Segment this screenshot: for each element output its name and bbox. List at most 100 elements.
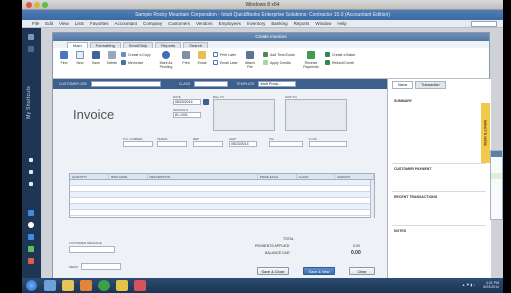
internet-explorer-icon[interactable] [44, 280, 56, 291]
invoice-form: Invoice DATE 08/23/2014 INVOICE # 81-100… [53, 89, 387, 279]
create-copy-button[interactable]: Create a Copy [121, 52, 151, 57]
background-window[interactable] [490, 150, 503, 220]
column-description[interactable]: DESCRIPTION [148, 174, 258, 179]
customers-icon[interactable] [28, 210, 34, 216]
bill-to-address[interactable] [213, 99, 275, 131]
mark-pending-button[interactable]: Mark As Pending [157, 51, 175, 73]
mac-window-title: Windows 8 x64 [245, 2, 280, 8]
menu-company[interactable]: Company [143, 21, 162, 26]
snapshot-icon[interactable] [29, 182, 33, 186]
chrome-icon[interactable] [98, 280, 110, 291]
receive-payments-button[interactable]: Receive Payments [301, 51, 321, 73]
summary-section[interactable]: SUMMARY [394, 99, 412, 103]
via-dropdown[interactable] [269, 141, 303, 147]
customer-message-dropdown[interactable] [69, 246, 115, 253]
receive-payments-label: Receive Payments [303, 61, 319, 69]
tab-transaction[interactable]: Transaction [415, 81, 446, 89]
menu-edit[interactable]: Edit [45, 21, 53, 26]
memo-field[interactable] [81, 263, 121, 270]
menu-accountant[interactable]: Accountant [115, 21, 138, 26]
quickbooks-taskbar-icon[interactable] [134, 280, 146, 291]
column-amount[interactable]: AMOUNT [335, 174, 374, 179]
menu-banking[interactable]: Banking [271, 21, 287, 26]
calendar-icon[interactable] [203, 99, 209, 105]
recent-transactions-section[interactable]: RECENT TRANSACTIONS [394, 195, 437, 199]
menu-help[interactable]: Help [337, 21, 346, 26]
email-button[interactable]: Email [195, 51, 209, 73]
alerts-icon[interactable] [28, 258, 34, 264]
banking-icon[interactable] [28, 246, 34, 252]
customer-payment-section[interactable]: CUSTOMER PAYMENT [394, 167, 431, 171]
shortcut-icon[interactable] [28, 46, 34, 52]
save-new-button[interactable]: Save & New [303, 267, 335, 275]
letterbox-left [0, 0, 22, 293]
search-icon[interactable] [28, 34, 34, 40]
clear-button[interactable]: Clear [349, 267, 375, 275]
ship-to-address[interactable] [285, 99, 347, 131]
table-scrollbar[interactable] [370, 180, 374, 218]
refund-icon [325, 60, 330, 65]
my-shortcuts-label[interactable]: My Shortcuts [26, 86, 32, 119]
menu-customers[interactable]: Customers [168, 21, 190, 26]
column-item-code[interactable]: ITEM CODE [109, 174, 148, 179]
class-dropdown[interactable] [194, 81, 229, 87]
notes-section[interactable]: NOTES [394, 229, 406, 233]
menu-favorites[interactable]: Favorites [90, 21, 109, 26]
system-tray[interactable]: ▲ ⚑ ▮ ♪ [462, 283, 475, 287]
menu-vendors[interactable]: Vendors [196, 21, 213, 26]
print-button[interactable]: Print [179, 51, 193, 73]
menu-inventory[interactable]: Inventory [247, 21, 266, 26]
add-time-costs-button[interactable]: Add Time/Costs [263, 52, 295, 57]
column-quantity[interactable]: QUANTITY [70, 174, 109, 179]
memorize-label: Memorize [128, 60, 144, 65]
column-price-each[interactable]: PRICE EACH [258, 174, 297, 179]
template-dropdown[interactable]: Intuit Produ... [258, 81, 297, 87]
employees-icon[interactable] [28, 234, 34, 240]
menu-file[interactable]: File [32, 21, 39, 26]
new-button[interactable]: New [73, 51, 87, 73]
search-input[interactable] [471, 20, 497, 27]
refund-credit-button[interactable]: Refund/Credit [325, 60, 354, 65]
tab-name[interactable]: Name [392, 81, 414, 89]
vendors-icon[interactable] [28, 222, 34, 228]
date-field[interactable]: 08/23/2014 [173, 99, 201, 105]
terms-dropdown[interactable] [157, 141, 187, 147]
rep-dropdown[interactable] [193, 141, 223, 147]
menu-reports[interactable]: Reports [294, 21, 310, 26]
start-button[interactable] [26, 280, 37, 291]
ship-date-field[interactable]: 08/23/2014 [229, 141, 257, 147]
file-explorer-icon[interactable] [62, 280, 74, 291]
media-icon[interactable] [80, 280, 92, 291]
app-menu-bar: File Edit View Lists Favorites Accountan… [22, 20, 503, 28]
fob-field[interactable] [309, 141, 347, 147]
print-later-checkbox[interactable]: Print Later [213, 52, 236, 57]
calendar-icon[interactable] [29, 170, 33, 174]
email-later-checkbox[interactable]: Email Later [213, 60, 238, 65]
delete-button[interactable]: Delete [105, 51, 119, 73]
credits-icon [263, 60, 268, 65]
attach-file-button[interactable]: Attach File [243, 51, 257, 73]
apply-credits-button[interactable]: Apply Credits [263, 60, 291, 65]
total-label: TOTAL [283, 237, 294, 241]
customer-job-dropdown[interactable] [90, 81, 161, 87]
find-button[interactable]: Find [57, 51, 71, 73]
save-close-button[interactable]: Save & Close [257, 267, 289, 275]
payment-icon [307, 51, 315, 59]
background-window-row [491, 173, 502, 179]
clock[interactable]: 4:31 PM 8/23/2014 [483, 281, 499, 289]
menu-employees[interactable]: Employees [219, 21, 241, 26]
table-row[interactable] [70, 210, 374, 216]
create-batch-button[interactable]: Create a Batch [325, 52, 355, 57]
whats-new-tab[interactable]: WHAT'S NEW [481, 103, 490, 163]
home-icon[interactable] [29, 158, 33, 162]
clock-date: 8/23/2014 [483, 285, 499, 289]
invoice-number-field[interactable]: 81-1001 [173, 112, 201, 118]
menu-window[interactable]: Window [315, 21, 331, 26]
menu-view[interactable]: View [59, 21, 69, 26]
po-number-field[interactable] [123, 141, 153, 147]
memorize-button[interactable]: Memorize [121, 60, 143, 65]
menu-lists[interactable]: Lists [75, 21, 84, 26]
folder-icon[interactable] [116, 280, 128, 291]
save-button[interactable]: Save [89, 51, 103, 73]
column-class[interactable]: CLASS [297, 174, 336, 179]
